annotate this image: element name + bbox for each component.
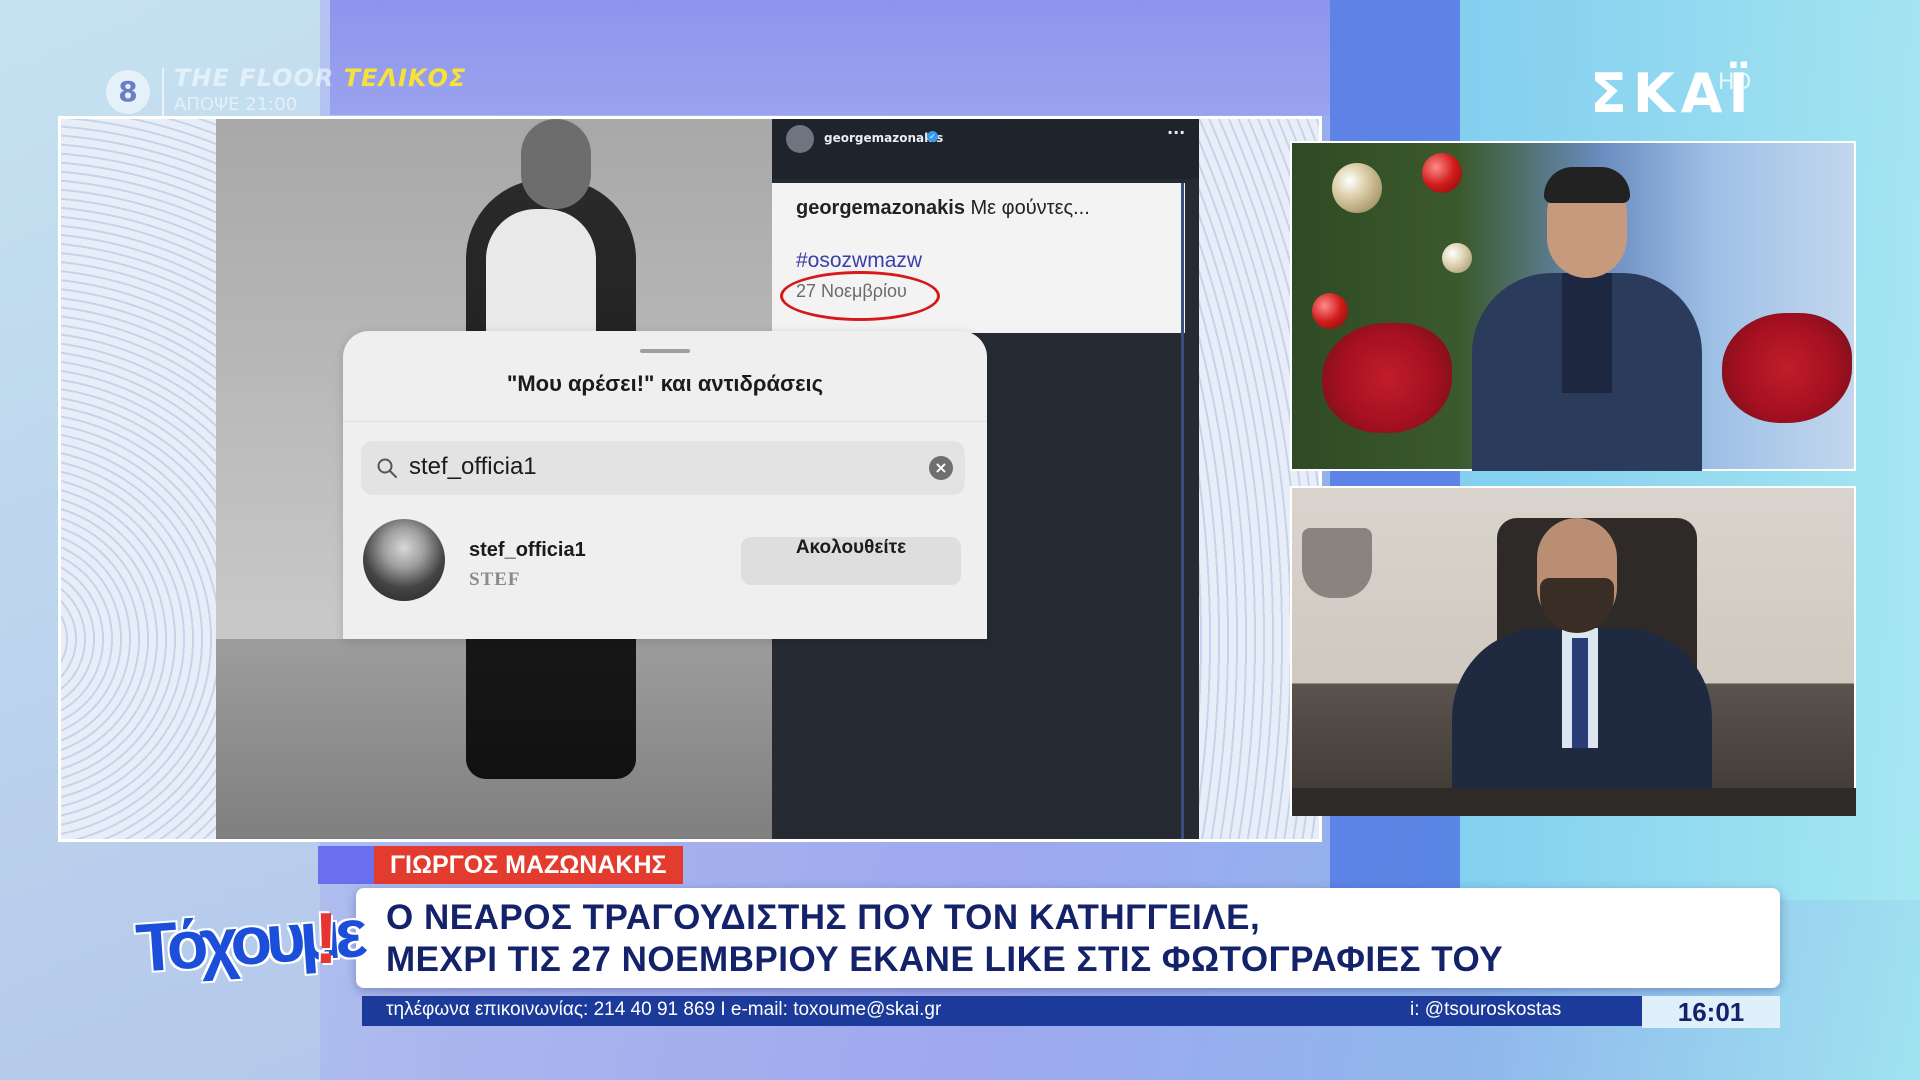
caption-username[interactable]: georgemazonakis <box>796 197 965 219</box>
office-lamp <box>1302 528 1372 598</box>
instagram-avatar[interactable] <box>786 125 814 153</box>
channel-logo-hd: HD <box>1718 70 1752 95</box>
instagram-caption-box: georgemazonakis Με φούντες... #osozwmazw… <box>772 183 1185 333</box>
guest-video-tile <box>1290 486 1856 816</box>
clock: 16:01 <box>1642 996 1780 1028</box>
channel-number-badge: 8 <box>106 70 150 114</box>
guest-tie <box>1572 638 1588 748</box>
caption-text: Με φούντες... <box>964 197 1090 219</box>
office-desk <box>1292 788 1856 816</box>
promo-title-final: ΤΕΛΙΚΟΣ <box>343 64 467 92</box>
guest-office-scene <box>1292 488 1856 816</box>
user-avatar[interactable] <box>363 519 445 601</box>
presenter-hair <box>1544 167 1630 203</box>
promo-time: ΑΠΟΨΕ 21:00 <box>174 94 298 115</box>
following-button[interactable]: Ακολουθείτε <box>741 537 961 585</box>
sheet-divider <box>343 421 987 422</box>
instagram-caption: georgemazonakis Με φούντες... <box>796 197 1090 220</box>
likes-sheet-title: "Μου αρέσει!" και αντιδράσεις <box>506 371 824 396</box>
result-username[interactable]: stef_officia1 <box>469 539 586 562</box>
verified-badge-icon: ✓ <box>927 131 938 142</box>
promo-divider <box>162 68 164 116</box>
name-strap-accent <box>318 846 378 884</box>
ornament-red <box>1422 153 1462 193</box>
background-band-top <box>330 0 1330 115</box>
promo-title: THE FLOOR ΤΕΛΙΚΟΣ <box>174 64 466 92</box>
name-strap: ΓΙΩΡΓΟΣ ΜΑΖΩΝΑΚΗΣ <box>374 846 683 884</box>
contact-ticker: τηλέφωνα επικοινωνίας: 214 40 91 869 I e… <box>362 996 1642 1026</box>
presenter-video-tile <box>1290 141 1856 471</box>
instagram-username[interactable]: georgemazonakis <box>824 131 943 145</box>
guest-beard <box>1540 578 1614 633</box>
headline-line-1: Ο ΝΕΑΡΟΣ ΤΡΑΓΟΥΔΙΣΤΗΣ ΠΟΥ ΤΟΝ ΚΑΤΗΓΓΕΙΛΕ… <box>386 898 1261 937</box>
poinsettia-left <box>1322 323 1452 433</box>
likes-search-input[interactable]: stef_officia1 × <box>361 441 965 495</box>
likes-bottom-sheet: "Μου αρέσει!" και αντιδράσεις stef_offic… <box>343 331 987 639</box>
main-media-background: georgemazonakis ✓ ··· georgemazonakis Με… <box>61 119 1319 839</box>
ticker-social-handle: i: @tsouroskostas <box>1410 999 1562 1020</box>
headline-box: Ο ΝΕΑΡΟΣ ΤΡΑΓΟΥΔΙΣΤΗΣ ΠΟΥ ΤΟΝ ΚΑΤΗΓΓΕΙΛΕ… <box>356 888 1780 988</box>
clear-search-icon[interactable]: × <box>929 456 953 480</box>
presenter-shirt <box>1562 273 1612 393</box>
instagram-post-header: georgemazonakis ✓ ··· <box>772 119 1199 179</box>
search-icon <box>377 458 397 478</box>
ticker-contact-info: τηλέφωνα επικοινωνίας: 214 40 91 869 I e… <box>386 999 942 1020</box>
instagram-hashtag[interactable]: #osozwmazw <box>796 249 922 273</box>
more-options-icon[interactable]: ··· <box>1167 123 1185 142</box>
main-media-window: georgemazonakis ✓ ··· georgemazonakis Με… <box>58 116 1322 842</box>
search-input-value[interactable]: stef_officia1 <box>409 453 537 481</box>
headline-line-2: ΜΕΧΡΙ ΤΙΣ 27 ΝΟΕΜΒΡΙΟΥ ΕΚΑΝΕ LIKE ΣΤΙΣ Φ… <box>386 940 1504 979</box>
ornament-red <box>1312 293 1348 329</box>
result-fullname: STEF <box>469 569 521 590</box>
ornament-gold <box>1332 163 1382 213</box>
show-logo: Τόχουμε ! <box>134 895 364 1012</box>
promo-title-show: THE FLOOR <box>174 64 335 92</box>
post-edge-line <box>1181 183 1184 839</box>
red-highlight-circle <box>780 271 940 321</box>
show-logo-exclamation: ! <box>314 899 338 979</box>
guest <box>1422 513 1742 816</box>
presenter-studio-scene <box>1292 143 1854 471</box>
sheet-drag-handle[interactable] <box>640 349 690 353</box>
poinsettia-right <box>1722 313 1852 423</box>
presenter <box>1472 163 1702 471</box>
photo-person-head <box>521 119 591 209</box>
ornament-gold <box>1442 243 1472 273</box>
